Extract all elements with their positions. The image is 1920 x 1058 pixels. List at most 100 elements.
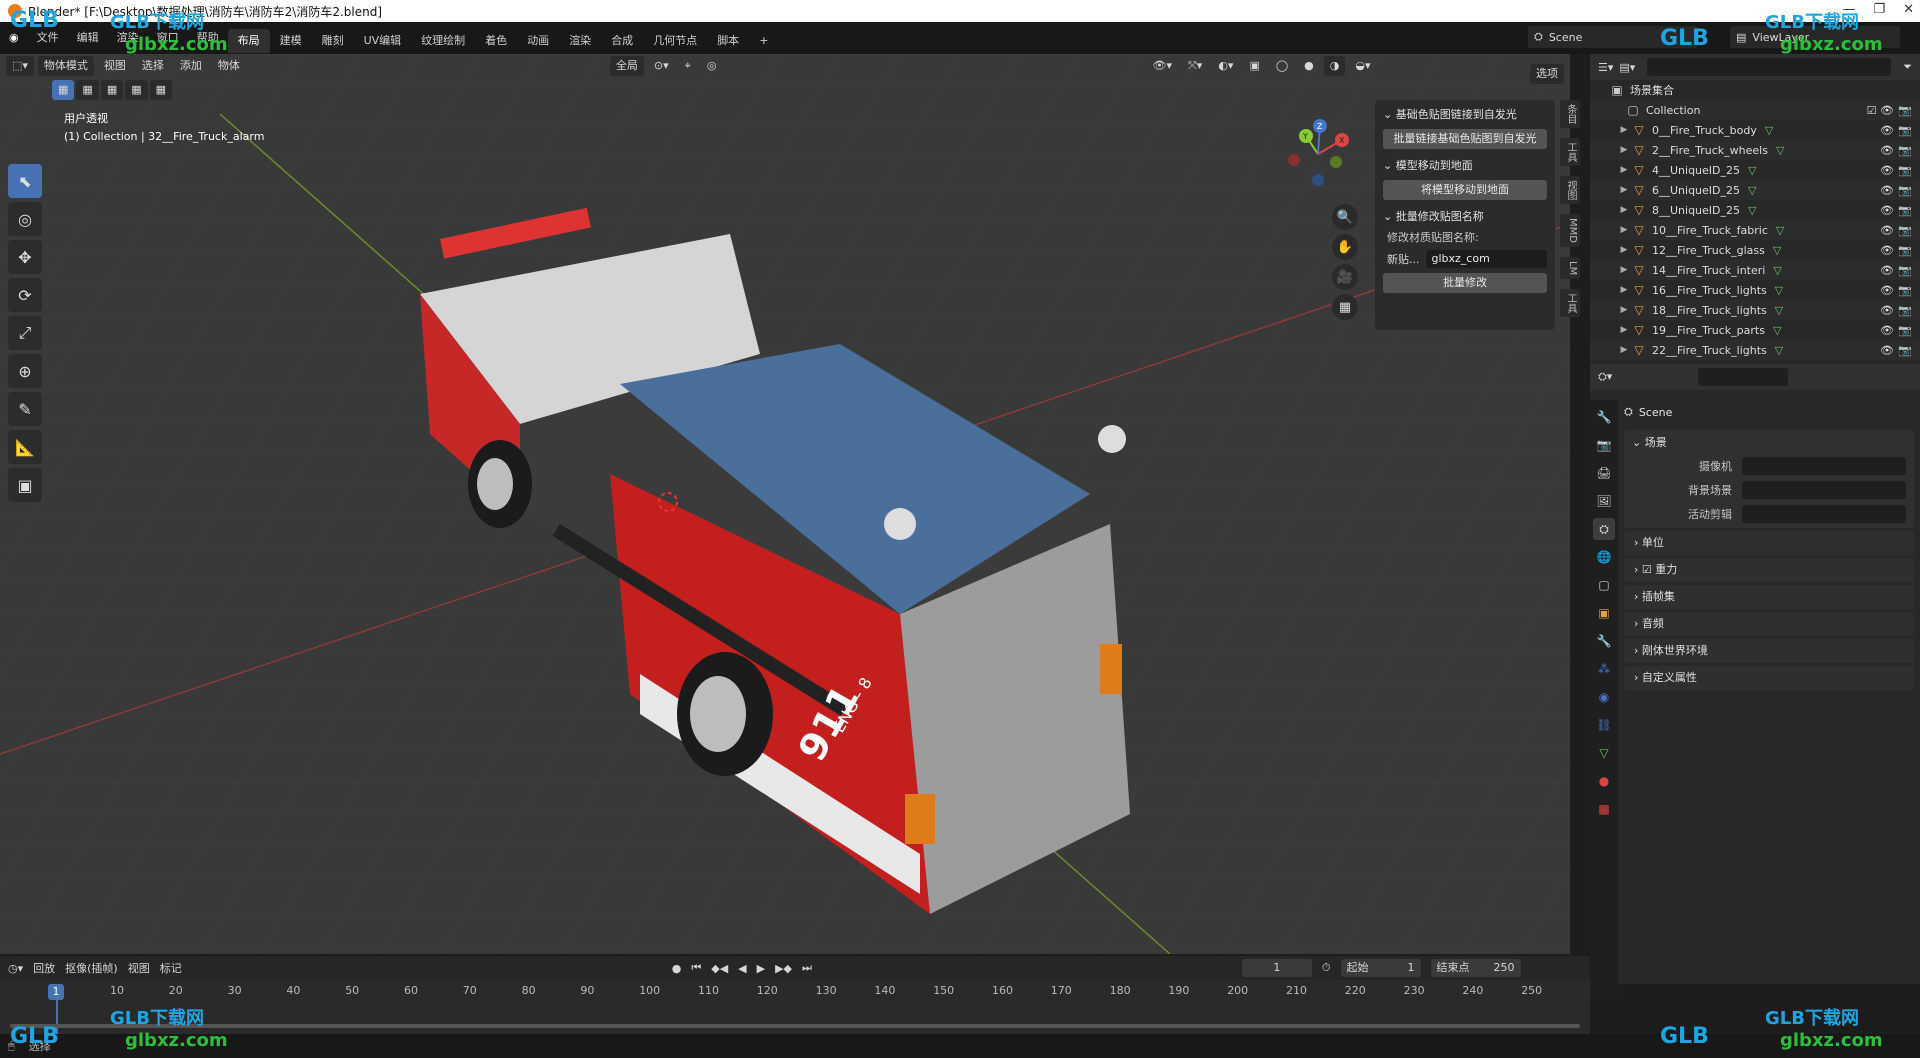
visibility-eye-icon[interactable]: 👁 xyxy=(1880,204,1894,217)
zoom-view-icon[interactable]: 🔍 xyxy=(1332,204,1358,230)
current-frame-field[interactable]: 1 xyxy=(1241,959,1312,977)
keying-sets-section[interactable]: › 插帧集 xyxy=(1624,585,1914,609)
expand-arrow-icon[interactable]: ▶ xyxy=(1616,265,1632,275)
mesh-data-icon[interactable]: ▽ xyxy=(1748,184,1756,197)
measure-tool-icon[interactable]: 📐 xyxy=(8,430,42,464)
viewport-menu-add[interactable]: 添加 xyxy=(174,56,208,76)
visibility-eye-icon[interactable]: ☑ 👁 xyxy=(1867,104,1894,117)
start-frame-field[interactable]: 起始 1 xyxy=(1340,959,1421,977)
mesh-data-icon[interactable]: ▽ xyxy=(1773,324,1781,337)
render-camera-icon[interactable]: 📷 xyxy=(1898,144,1912,157)
play-icon[interactable]: ▶ xyxy=(757,962,765,975)
outliner-display-mode-icon[interactable]: ▤▾ xyxy=(1619,61,1635,74)
timeline-editor-icon[interactable]: ◷▾ xyxy=(8,962,23,975)
timeline-area[interactable]: 10 20 30 40 50 60 70 80 90 100 110 120 130 140 150 160 1… xyxy=(0,980,1590,1034)
tab-sculpting[interactable]: 雕刻 xyxy=(312,29,354,53)
filter-icon[interactable]: ⏷ xyxy=(1903,60,1912,74)
tab-animation[interactable]: 动画 xyxy=(517,29,559,53)
custom-properties-section[interactable]: › 自定义属性 xyxy=(1624,666,1914,690)
move-tool-icon[interactable]: ✥ xyxy=(8,240,42,274)
timeline-menu-playback[interactable]: 回放 xyxy=(33,960,55,976)
visibility-eye-icon[interactable]: 👁 xyxy=(1880,224,1894,237)
cursor-tool-icon[interactable]: ◎ xyxy=(8,202,42,236)
tab-geometry-nodes[interactable]: 几何节点 xyxy=(643,29,707,53)
outliner-collection[interactable]: ▢ Collection ☑ 👁 📷 xyxy=(1590,100,1920,120)
outliner-object-row[interactable]: ▶ ▽ 18__Fire_Truck_lights ▽ 👁 📷 xyxy=(1590,300,1920,320)
expand-arrow-icon[interactable]: ▶ xyxy=(1616,245,1632,255)
timeline-scrollbar[interactable] xyxy=(10,1024,1580,1028)
object-tab-icon[interactable]: ▣ xyxy=(1593,602,1615,624)
tab-layout[interactable]: 布局 xyxy=(227,29,270,53)
visibility-eye-icon[interactable]: 👁 xyxy=(1880,124,1894,137)
render-camera-icon[interactable]: 📷 xyxy=(1898,164,1912,177)
editor-type-button[interactable]: ⬚▾ xyxy=(6,56,34,76)
add-workspace-button[interactable]: + xyxy=(749,29,778,53)
batch-rename-button[interactable]: 批量修改 xyxy=(1383,273,1547,293)
visibility-eye-icon[interactable]: 👁 xyxy=(1880,264,1894,277)
close-button[interactable]: ✕ xyxy=(1903,2,1914,17)
render-camera-icon[interactable]: 📷 xyxy=(1898,304,1912,317)
move-to-ground-button[interactable]: 将模型移动到地面 xyxy=(1383,180,1547,200)
outliner-object-row[interactable]: ▶ ▽ 22__Fire_Truck_lights ▽ 👁 📷 xyxy=(1590,340,1920,360)
mesh-data-icon[interactable]: ▽ xyxy=(1776,224,1784,237)
playhead-frame-indicator[interactable]: 1 xyxy=(48,984,64,1000)
particles-tab-icon[interactable]: ⁂ xyxy=(1593,658,1615,680)
physics-tab-icon[interactable]: ◉ xyxy=(1593,686,1615,708)
tab-shading[interactable]: 着色 xyxy=(475,29,517,53)
outliner-editor-icon[interactable]: ☰▾ xyxy=(1598,61,1613,74)
pivot-point-icon[interactable]: ⊙▾ xyxy=(648,56,675,76)
render-camera-icon[interactable]: 📷 xyxy=(1898,284,1912,297)
viewport-options-button[interactable]: 选项 xyxy=(1530,64,1564,84)
snap-icon[interactable]: ⌖ xyxy=(679,56,697,76)
tool-tab-icon[interactable]: 🔧 xyxy=(1593,406,1615,428)
render-camera-icon[interactable]: 📷 xyxy=(1898,184,1912,197)
outliner-object-row[interactable]: ▶ ▽ 0__Fire_Truck_body ▽ 👁 📷 xyxy=(1590,120,1920,140)
properties-editor-icon[interactable]: ⛭▾ xyxy=(1598,370,1612,384)
scale-tool-icon[interactable]: ⤢ xyxy=(8,316,42,350)
outliner-object-row[interactable]: ▶ ▽ 4__UniqueID_25 ▽ 👁 📷 xyxy=(1590,160,1920,180)
sidetab-tool[interactable]: 工具 xyxy=(1560,138,1580,166)
transform-tool-icon[interactable]: ⊕ xyxy=(8,354,42,388)
proportional-edit-icon[interactable]: ◎ xyxy=(701,56,723,76)
expand-arrow-icon[interactable]: ▶ xyxy=(1616,185,1632,195)
visibility-eye-icon[interactable]: 👁 xyxy=(1880,164,1894,177)
properties-search-input[interactable] xyxy=(1698,368,1789,386)
world-tab-icon[interactable]: 🌐 xyxy=(1593,546,1615,568)
sidetab-item[interactable]: 条目 xyxy=(1560,100,1580,128)
mesh-data-icon[interactable]: ▽ xyxy=(1765,124,1773,137)
record-button-icon[interactable]: ● xyxy=(672,962,682,975)
mesh-data-icon[interactable]: ▽ xyxy=(1775,284,1783,297)
output-tab-icon[interactable]: 🖨 xyxy=(1593,462,1615,484)
tab-scripting[interactable]: 脚本 xyxy=(707,29,749,53)
visibility-eye-icon[interactable]: 👁 xyxy=(1880,184,1894,197)
render-camera-icon[interactable]: 📷 xyxy=(1898,264,1912,277)
render-camera-icon[interactable]: 📷 xyxy=(1898,204,1912,217)
outliner-object-row[interactable]: ▶ ▽ 6__UniqueID_25 ▽ 👁 📷 xyxy=(1590,180,1920,200)
outliner-object-row[interactable]: ▶ ▽ 10__Fire_Truck_fabric ▽ 👁 📷 xyxy=(1590,220,1920,240)
visibility-eye-icon[interactable]: 👁 xyxy=(1880,324,1894,337)
select-new-icon[interactable]: ▦ xyxy=(52,80,75,100)
expand-arrow-icon[interactable]: ▶ xyxy=(1616,205,1632,215)
select-box-tool-icon[interactable]: ⬉ xyxy=(8,164,42,198)
sidetab-view[interactable]: 视图 xyxy=(1560,176,1580,204)
data-tab-icon[interactable]: ▽ xyxy=(1593,742,1615,764)
timeline-menu-marker[interactable]: 标记 xyxy=(160,960,182,976)
viewport-menu-select[interactable]: 选择 xyxy=(136,56,170,76)
maximize-button[interactable]: ❐ xyxy=(1873,2,1885,17)
expand-arrow-icon[interactable]: ▶ xyxy=(1616,165,1632,175)
active-clip-value-field[interactable] xyxy=(1742,505,1906,523)
rotate-tool-icon[interactable]: ⟳ xyxy=(8,278,42,312)
next-keyframe-icon[interactable]: ▶◆ xyxy=(775,962,792,975)
expand-arrow-icon[interactable]: ▶ xyxy=(1616,225,1632,235)
end-frame-field[interactable]: 结束点 250 xyxy=(1430,959,1521,977)
jump-start-icon[interactable]: ⏮ xyxy=(691,961,701,975)
jump-end-icon[interactable]: ⏭ xyxy=(802,961,812,975)
visibility-eye-icon[interactable]: 👁 xyxy=(1880,244,1894,257)
mesh-data-icon[interactable]: ▽ xyxy=(1748,204,1756,217)
audio-section[interactable]: › 音频 xyxy=(1624,612,1914,636)
play-reverse-icon[interactable]: ◀ xyxy=(738,962,746,975)
tab-rendering[interactable]: 渲染 xyxy=(559,29,601,53)
tab-uv-editing[interactable]: UV编辑 xyxy=(354,29,412,53)
sidetab-mmd[interactable]: MMD xyxy=(1560,214,1580,247)
expand-arrow-icon[interactable]: ▶ xyxy=(1616,125,1632,135)
